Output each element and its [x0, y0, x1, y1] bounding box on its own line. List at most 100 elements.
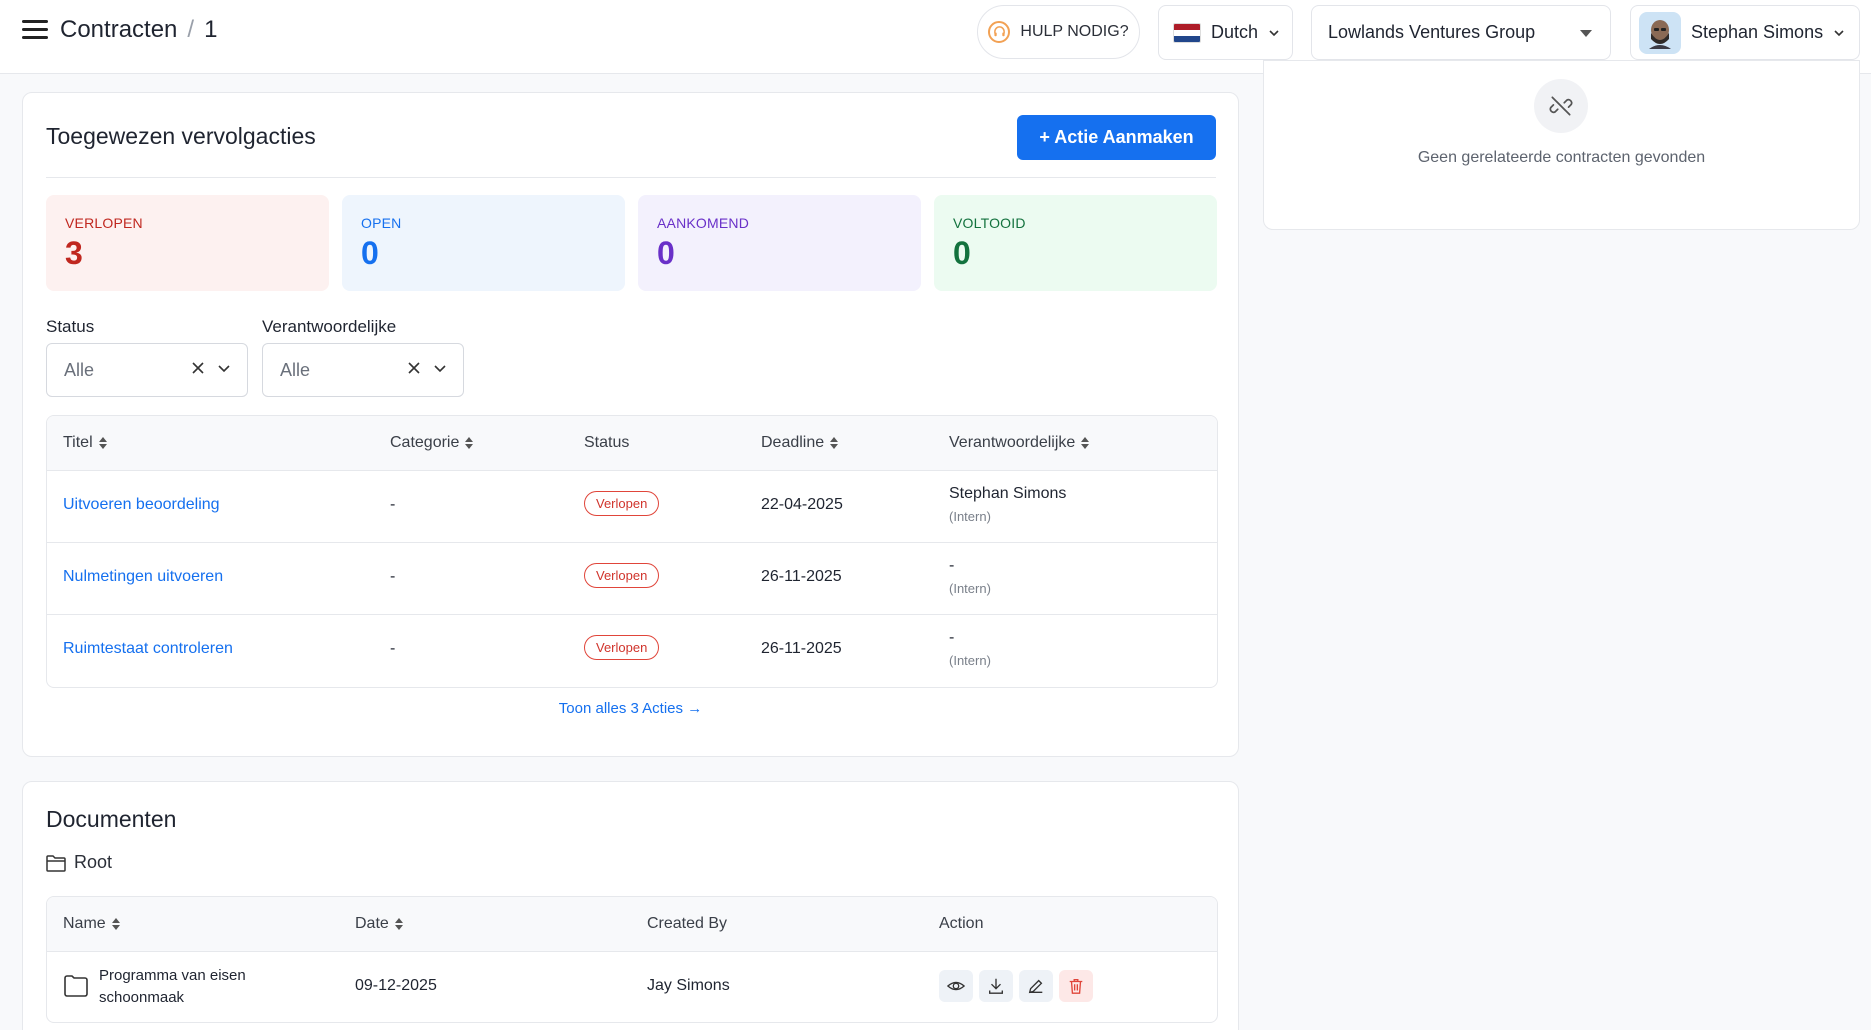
- folder-name: Root: [74, 852, 113, 872]
- stat-label: OPEN: [361, 215, 402, 231]
- documents-title: Documenten: [46, 806, 177, 832]
- column-deadline-header[interactable]: Deadline: [761, 434, 839, 452]
- column-label: Categorie: [390, 434, 460, 451]
- status-badge: Verlopen: [584, 635, 660, 660]
- view-button[interactable]: [939, 970, 973, 1002]
- status-filter-select[interactable]: Alle: [46, 343, 248, 397]
- column-action-header: Action: [939, 915, 983, 933]
- chevron-down-icon[interactable]: [217, 361, 231, 375]
- flag-nl-icon: [1173, 22, 1201, 43]
- table-header: Titel Categorie Status Deadline Verantwo…: [47, 416, 1217, 471]
- help-button[interactable]: HULP NODIG?: [977, 5, 1140, 59]
- action-owner: -: [949, 629, 955, 646]
- stat-open[interactable]: OPEN 0: [342, 195, 625, 291]
- folder-open-icon: [46, 854, 66, 872]
- stat-completed[interactable]: VOLTOOID 0: [934, 195, 1217, 291]
- column-label: Verantwoordelijke: [949, 434, 1076, 451]
- show-all-actions-link[interactable]: Toon alles 3 Acties →: [23, 700, 1238, 717]
- menu-icon[interactable]: [22, 20, 48, 42]
- pencil-icon: [1028, 979, 1043, 994]
- column-name-header[interactable]: Name: [63, 915, 120, 933]
- eye-icon: [947, 981, 965, 991]
- action-category: -: [390, 640, 396, 657]
- breadcrumb-separator: /: [187, 16, 195, 43]
- stat-expired[interactable]: VERLOPEN 3: [46, 195, 329, 291]
- stat-value: 0: [953, 235, 971, 271]
- column-label: Created By: [647, 915, 728, 932]
- organization-select[interactable]: Lowlands Ventures Group: [1311, 5, 1611, 60]
- actions-table: Titel Categorie Status Deadline Verantwo…: [46, 415, 1218, 688]
- action-title-link[interactable]: Uitvoeren beoordeling: [63, 496, 220, 514]
- headset-icon: [988, 21, 1011, 43]
- action-title-link[interactable]: Nulmetingen uitvoeren: [63, 568, 223, 586]
- stat-label: VOLTOOID: [953, 215, 1026, 231]
- document-created-by: Jay Simons: [647, 977, 730, 994]
- language-select[interactable]: Dutch: [1158, 5, 1293, 60]
- action-deadline: 26-11-2025: [761, 640, 842, 657]
- owner-filter-value: Alle: [280, 359, 311, 380]
- divider: [46, 177, 1216, 178]
- chevron-down-icon[interactable]: [433, 361, 447, 375]
- column-title-header[interactable]: Titel: [63, 434, 107, 452]
- avatar: [1639, 11, 1681, 54]
- table-row: Nulmetingen uitvoeren - Verlopen 26-11-2…: [47, 543, 1217, 615]
- owner-filter-select[interactable]: Alle: [262, 343, 464, 397]
- caret-down-icon: [1580, 30, 1592, 37]
- column-category-header[interactable]: Categorie: [390, 434, 474, 452]
- document-name[interactable]: Programma van eisen schoonmaak: [99, 965, 246, 1009]
- assigned-actions-card: Toegewezen vervolgacties + Actie Aanmake…: [22, 92, 1239, 757]
- sort-icon: [1081, 437, 1090, 449]
- assigned-actions-title: Toegewezen vervolgacties: [46, 123, 316, 149]
- language-label: Dutch: [1211, 22, 1259, 42]
- action-owner: -: [949, 557, 955, 574]
- document-date: 09-12-2025: [355, 977, 437, 994]
- column-label: Status: [584, 434, 630, 451]
- chevron-down-icon: [1269, 29, 1279, 36]
- action-owner-type: (Intern): [949, 653, 991, 668]
- chevron-down-icon: [1834, 29, 1844, 36]
- user-menu[interactable]: Stephan Simons: [1630, 5, 1860, 60]
- breadcrumb-current: 1: [204, 16, 218, 43]
- sort-icon: [465, 437, 474, 449]
- folder-icon: [64, 975, 88, 997]
- download-button[interactable]: [979, 970, 1013, 1002]
- status-filter-label: Status: [46, 317, 95, 336]
- stat-value: 3: [65, 235, 83, 271]
- status-badge: Verlopen: [584, 563, 660, 588]
- edit-button[interactable]: [1019, 970, 1053, 1002]
- organization-label: Lowlands Ventures Group: [1328, 22, 1536, 42]
- create-action-button[interactable]: + Actie Aanmaken: [1017, 115, 1216, 160]
- stat-label: VERLOPEN: [65, 215, 143, 231]
- sort-icon: [98, 437, 107, 449]
- document-name-line: Programma van eisen: [99, 967, 246, 984]
- help-label: HULP NODIG?: [1020, 23, 1129, 40]
- breadcrumb-contracten[interactable]: Contracten: [60, 16, 177, 44]
- sort-icon: [111, 918, 120, 930]
- clear-icon[interactable]: [407, 361, 421, 375]
- table-row: Ruimtestaat controleren - Verlopen 26-11…: [47, 615, 1217, 687]
- column-label: Titel: [63, 434, 93, 451]
- column-label: Date: [355, 915, 389, 932]
- column-created-by-header: Created By: [647, 915, 727, 933]
- delete-button[interactable]: [1059, 970, 1093, 1002]
- trash-icon: [1069, 979, 1083, 994]
- action-owner-type: (Intern): [949, 581, 991, 596]
- related-contracts-card: Geen gerelateerde contracten gevonden: [1263, 60, 1860, 230]
- column-date-header[interactable]: Date: [355, 915, 403, 933]
- clear-icon[interactable]: [191, 361, 205, 375]
- column-label: Action: [939, 915, 984, 932]
- action-deadline: 26-11-2025: [761, 568, 842, 585]
- table-header: Name Date Created By Action: [47, 897, 1217, 952]
- column-owner-header[interactable]: Verantwoordelijke: [949, 434, 1090, 452]
- sort-icon: [394, 918, 403, 930]
- breadcrumb-root[interactable]: Root: [46, 852, 112, 873]
- user-name: Stephan Simons: [1691, 22, 1824, 42]
- stat-value: 0: [361, 235, 379, 271]
- stat-value: 0: [657, 235, 675, 271]
- stat-label: AANKOMEND: [657, 215, 750, 231]
- action-title-link[interactable]: Ruimtestaat controleren: [63, 640, 233, 658]
- unlink-icon: [1534, 79, 1588, 133]
- action-owner-type: (Intern): [949, 509, 991, 524]
- sort-icon: [830, 437, 839, 449]
- stat-upcoming[interactable]: AANKOMEND 0: [638, 195, 921, 291]
